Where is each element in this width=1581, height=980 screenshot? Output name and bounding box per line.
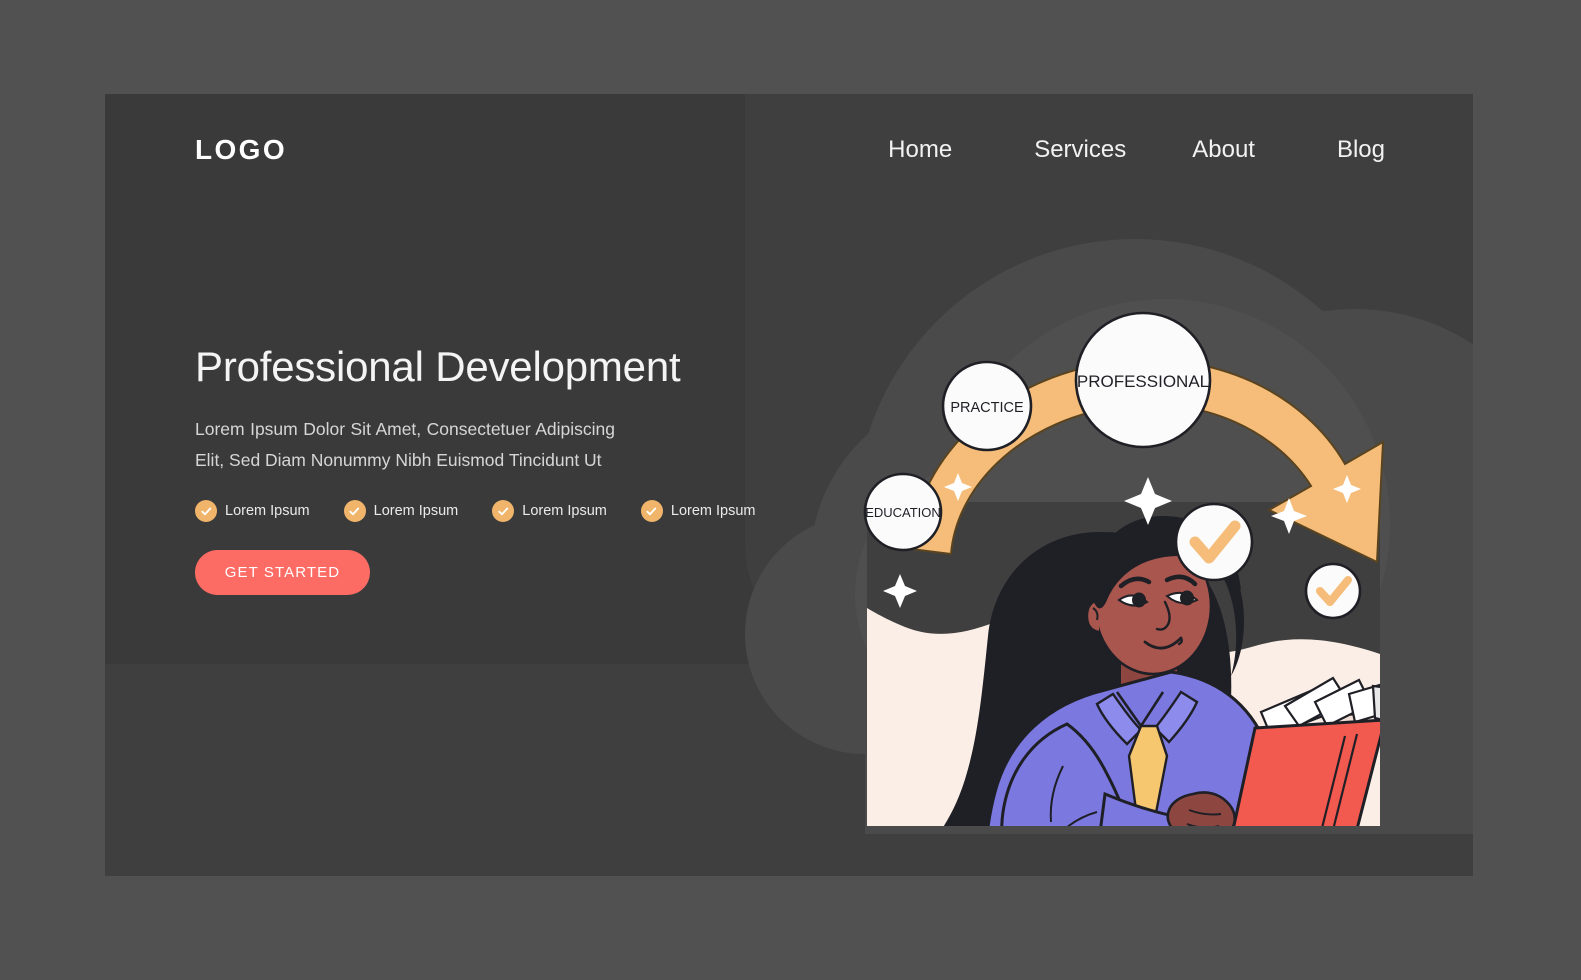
bubble-professional-label: PROFESSIONAL: [1077, 372, 1209, 391]
feature-item-4[interactable]: Lorem Ipsum: [640, 500, 756, 523]
sparkle-icon: [1333, 475, 1361, 503]
page-title: Professional Development: [195, 343, 681, 390]
cycle-arrow: [909, 358, 1385, 564]
check-badge-small: [1304, 562, 1362, 620]
sparkle-icon: [1124, 477, 1172, 525]
tie: [1127, 724, 1169, 820]
feature-label: Lorem Ipsum: [225, 503, 310, 520]
feature-list: Lorem Ipsum Lorem Ipsum Lorem Ipsum Lore…: [195, 500, 756, 523]
nav-item-home[interactable]: Home: [888, 136, 952, 164]
shirt: [986, 670, 1286, 826]
check-circle-icon: [492, 500, 515, 523]
sparkles: [883, 473, 1361, 608]
bubble-practice-label: PRACTICE: [950, 400, 1024, 416]
nav-item-services[interactable]: Services: [1034, 136, 1126, 164]
hero-section: Professional Development Lorem Ipsum Dol…: [195, 343, 756, 596]
sparkle-icon: [1271, 498, 1307, 534]
background-blob: [745, 239, 1473, 834]
check-circle-icon: [195, 500, 217, 523]
bubble-professional: PROFESSIONAL: [1074, 311, 1212, 449]
background-blob-inner: [855, 299, 1390, 749]
book: [1232, 676, 1380, 826]
sparkle-icon: [944, 473, 972, 501]
screen: EDUCATION PRACTICE PROFESSIONAL LOGO Hom…: [0, 0, 1581, 980]
nav-item-blog[interactable]: Blog: [1337, 136, 1385, 164]
sparkle-icon: [883, 574, 917, 608]
main-nav: Home Services About Blog: [888, 136, 1385, 164]
feature-label: Lorem Ipsum: [373, 503, 459, 520]
check-badge-large: [1174, 502, 1254, 582]
hero-subtitle: Lorem Ipsum Dolor Sit Amet, Consectetuer…: [195, 419, 615, 471]
hair-back: [943, 532, 1232, 826]
hair-front: [1091, 516, 1241, 609]
panel-sky: [867, 502, 1380, 655]
head: [1061, 516, 1245, 690]
check-circle-icon: [343, 500, 366, 523]
nav-item-about[interactable]: About: [1192, 136, 1255, 164]
feature-label: Lorem Ipsum: [670, 503, 756, 520]
landing-page-card: EDUCATION PRACTICE PROFESSIONAL LOGO Hom…: [105, 94, 1473, 876]
arrow-shape: [909, 358, 1385, 564]
check-circle-icon: [640, 500, 663, 523]
feature-label: Lorem Ipsum: [522, 503, 607, 520]
bubble-practice: PRACTICE: [941, 360, 1033, 452]
hand: [1166, 791, 1237, 826]
site-header: LOGO Home Services About Blog: [105, 94, 1473, 219]
bubble-education: EDUCATION: [863, 472, 943, 552]
illustration-panel: [867, 502, 1380, 826]
book-cover: [1232, 718, 1380, 826]
feature-item-3[interactable]: Lorem Ipsum: [492, 500, 607, 523]
logo[interactable]: LOGO: [195, 134, 287, 166]
bubble-education-label: EDUCATION: [865, 505, 941, 520]
feature-item-2[interactable]: Lorem Ipsum: [343, 500, 459, 523]
feature-item-1[interactable]: Lorem Ipsum: [195, 500, 310, 523]
get-started-button[interactable]: GET STARTED: [195, 550, 370, 596]
